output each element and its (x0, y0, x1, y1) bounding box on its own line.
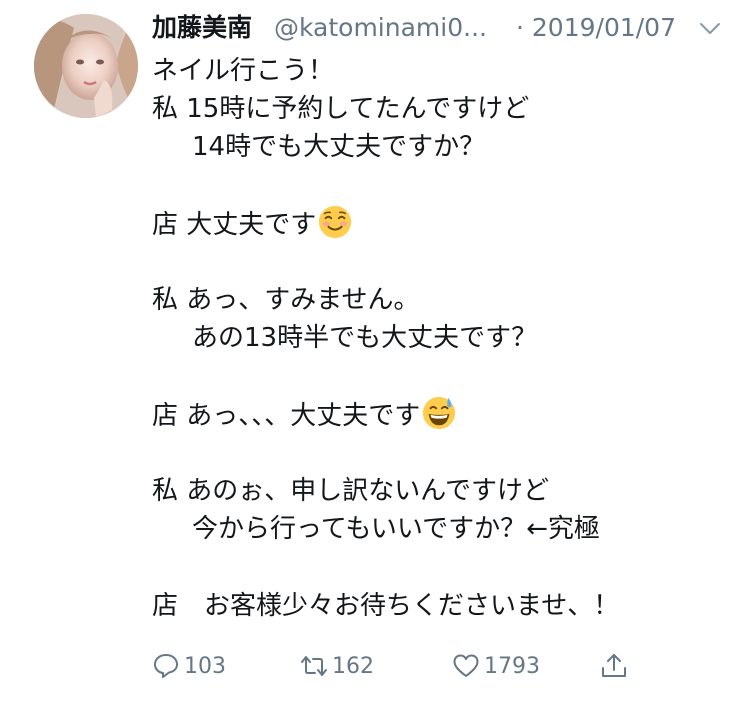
profile-photo-icon (34, 14, 138, 118)
author-display-name[interactable]: 加藤美南 (152, 10, 252, 46)
tweet-header: 加藤美南 @katominami0... · 2019/01/07 (152, 10, 732, 46)
author-avatar[interactable] (34, 14, 138, 118)
tweet-line: 14時でも大丈夫ですか？ (192, 132, 486, 163)
tweet-text: ネイル行こう！ 私 15時に予約してたんですけど 14時でも大丈夫ですか？ 店 … (152, 52, 712, 625)
reply-button[interactable]: 103 (152, 646, 226, 686)
author-handle[interactable]: @katominami0... (274, 10, 487, 46)
smiling-face-icon (319, 205, 352, 238)
retweet-button[interactable]: 162 (300, 646, 374, 686)
tweet-line-text: 店 大丈夫です (152, 209, 317, 240)
tweet-line: あの13時半でも大丈夫です？ (192, 323, 538, 354)
tweet-line-text: 店 あっ、、、大丈夫です (152, 400, 421, 431)
tweet-line-with-emoji: 店 あっ、、、大丈夫です (152, 396, 712, 434)
retweet-icon (301, 656, 327, 676)
retweet-count: 162 (332, 653, 374, 679)
tweet-line-with-emoji: 店 大丈夫です (152, 205, 712, 243)
tweet-line (152, 167, 712, 205)
tweet-line: 今から行ってもいいですか？←究極 (192, 514, 600, 545)
tweet-line (152, 243, 712, 281)
tweet-line: 私 あっ、すみません。 (152, 285, 420, 316)
tweet-line: ネイル行こう！ (152, 56, 335, 86)
tweet-line: 私 あのぉ、申し訳ないんですけど (152, 476, 549, 507)
tweet-actions: 103 162 1793 (152, 646, 652, 686)
like-button[interactable]: 1793 (452, 646, 540, 686)
tweet-line: 私 15時に予約してたんですけど (152, 94, 530, 125)
tweet-line (152, 548, 712, 586)
tweet-line (152, 358, 712, 396)
share-icon (602, 654, 626, 677)
tweet-line: 店 お客様少々お待ちくださいませ、！ (152, 590, 620, 621)
reply-icon (154, 654, 178, 678)
grinning-sweat-face-icon (423, 396, 456, 429)
tweet-line (152, 434, 712, 472)
like-count: 1793 (484, 653, 540, 679)
heart-icon (453, 654, 479, 677)
chevron-down-icon[interactable] (698, 18, 722, 38)
share-button[interactable] (600, 646, 632, 686)
reply-count: 103 (184, 653, 226, 679)
tweet-date[interactable]: · 2019/01/07 (516, 10, 676, 46)
tweet-card: 加藤美南 @katominami0... · 2019/01/07 ネイル行こう… (0, 0, 746, 708)
